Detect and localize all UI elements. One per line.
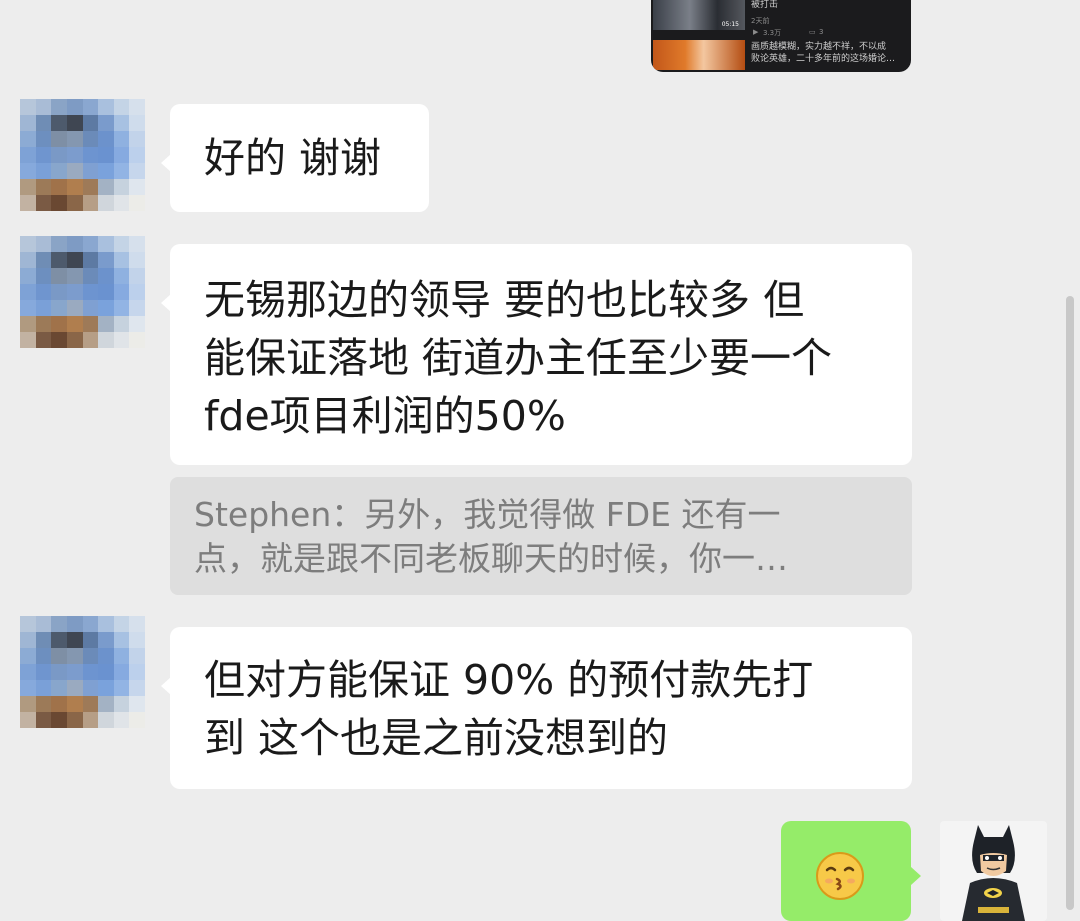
video-item-2[interactable]: 画质越模糊，实力越不祥，不以成 败论英雄，二十多年前的这场婚论…	[651, 40, 911, 70]
contact-avatar[interactable]	[20, 236, 145, 348]
contact-avatar[interactable]	[20, 616, 145, 728]
video-thumbnail	[653, 40, 745, 70]
video-thumbnail: 05:15	[653, 0, 745, 30]
quoted-message[interactable]: Stephen：另外，我觉得做 FDE 还有一 点，就是跟不同老板聊天的时候，你…	[170, 477, 912, 595]
video-title-line2: 败论英雄，二十多年前的这场婚论…	[751, 54, 896, 64]
message-bubble[interactable]: 但对方能保证 90% 的预付款先打 到 这个也是之前没想到的	[161, 627, 912, 789]
video-title-line1: 画质越模糊，实力越不祥，不以成	[751, 42, 887, 52]
comment-icon: ▭	[809, 28, 816, 36]
play-count-icon: ▶	[753, 28, 759, 36]
video-views: 3.3万	[763, 29, 782, 37]
self-avatar[interactable]	[940, 821, 1047, 921]
shared-video-card[interactable]: 05:15 被打击 2天前 ▶ 3.3万 ▭ 3 画质越模糊，实力越不祥，不以成…	[651, 0, 911, 72]
video-item-1[interactable]: 05:15 被打击 2天前 ▶ 3.3万 ▭ 3	[651, 0, 911, 37]
video-duration: 05:15	[721, 21, 739, 28]
contact-avatar[interactable]	[20, 99, 145, 211]
batman-avatar-icon	[962, 825, 1025, 921]
video-comments: 3	[819, 28, 824, 36]
scrollbar[interactable]	[1066, 296, 1074, 910]
video-time: 2天前	[751, 17, 770, 25]
kiss-emoji-icon	[816, 852, 864, 900]
my-message-bubble[interactable]	[781, 821, 921, 921]
message-bubble[interactable]: 无锡那边的领导 要的也比较多 但 能保证落地 街道办主任至少要一个 fde项目利…	[161, 244, 912, 465]
video-title: 被打击	[751, 0, 779, 10]
message-bubble[interactable]: 好的 谢谢	[161, 104, 429, 212]
